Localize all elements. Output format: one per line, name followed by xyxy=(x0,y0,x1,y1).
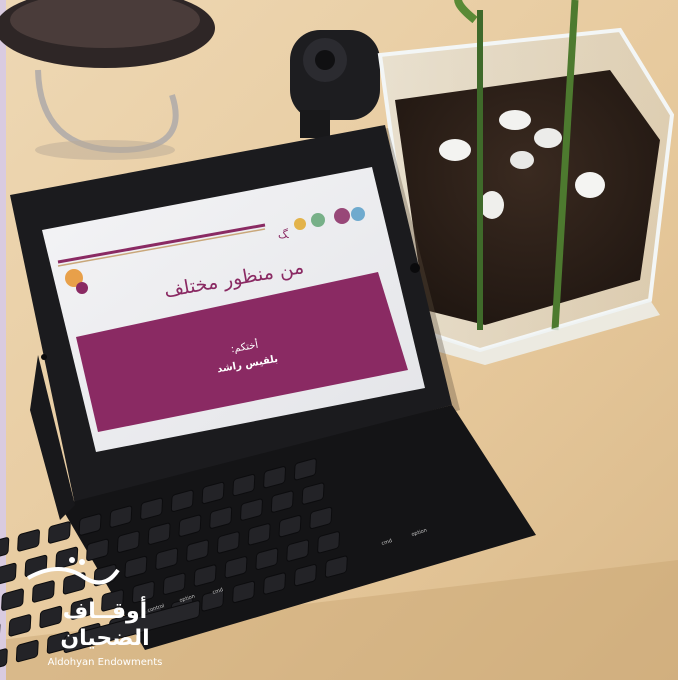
svg-text:ﮓ: ﮓ xyxy=(278,228,289,241)
brand-arabic-line2: الضحيان xyxy=(60,626,149,651)
photo-scene: ﮓ من منظور مختلف أختكم: بلقيس راشد optio… xyxy=(0,0,678,680)
brand-arabic-line1: أوقــاف xyxy=(63,595,147,624)
brand-english: Aldohyan Endowments xyxy=(48,657,163,668)
ipad-camera xyxy=(410,263,420,273)
ipad-sensor xyxy=(41,354,47,360)
